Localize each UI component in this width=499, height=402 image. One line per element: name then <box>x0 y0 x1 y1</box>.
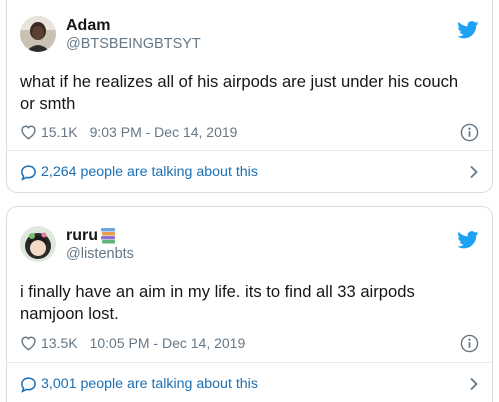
conversation-link[interactable]: 2,264 people are talking about this <box>20 160 479 184</box>
books-emoji <box>101 227 115 243</box>
tweet-text: i finally have an aim in my life. its to… <box>20 282 415 323</box>
avatar[interactable] <box>20 16 56 52</box>
info-icon[interactable] <box>460 334 479 353</box>
twitter-bird-icon[interactable] <box>457 231 479 249</box>
tweet-meta: 15.1K 9:03 PM - Dec 14, 2019 <box>20 122 479 142</box>
chevron-right-icon[interactable] <box>469 377 479 391</box>
heart-icon[interactable] <box>20 124 37 140</box>
user-handle[interactable]: @listenbts <box>66 245 134 264</box>
display-name[interactable]: ruru <box>66 226 116 245</box>
tweet-card[interactable]: ruru @listenbts i finally have an aim in… <box>6 206 493 402</box>
conversation-link[interactable]: 3,001 people are talking about this <box>20 372 479 396</box>
twitter-bird-icon[interactable] <box>457 21 479 39</box>
tweet-meta: 13.5K 10:05 PM - Dec 14, 2019 <box>20 333 479 353</box>
tweet-text: what if he realizes all of his airpods a… <box>20 72 459 113</box>
conversation-text[interactable]: 3,001 people are talking about this <box>41 376 258 392</box>
divider <box>7 150 492 151</box>
comment-bubble-icon <box>21 164 36 181</box>
conversation-text[interactable]: 2,264 people are talking about this <box>41 164 258 180</box>
tweet-card[interactable]: Adam @BTSBEINGBTSYT what if he realizes … <box>6 0 493 193</box>
like-count[interactable]: 13.5K <box>41 335 78 351</box>
like-count[interactable]: 15.1K <box>41 124 78 140</box>
timestamp[interactable]: 9:03 PM - Dec 14, 2019 <box>90 124 238 140</box>
user-handle[interactable]: @BTSBEINGBTSYT <box>66 35 201 54</box>
info-icon[interactable] <box>460 123 479 142</box>
avatar[interactable] <box>20 226 56 262</box>
display-name-text[interactable]: ruru <box>66 226 98 245</box>
display-name[interactable]: Adam <box>66 16 110 35</box>
divider <box>7 362 492 363</box>
timestamp[interactable]: 10:05 PM - Dec 14, 2019 <box>90 335 246 351</box>
comment-bubble-icon <box>21 376 36 393</box>
heart-icon[interactable] <box>20 335 37 351</box>
chevron-right-icon[interactable] <box>469 165 479 179</box>
